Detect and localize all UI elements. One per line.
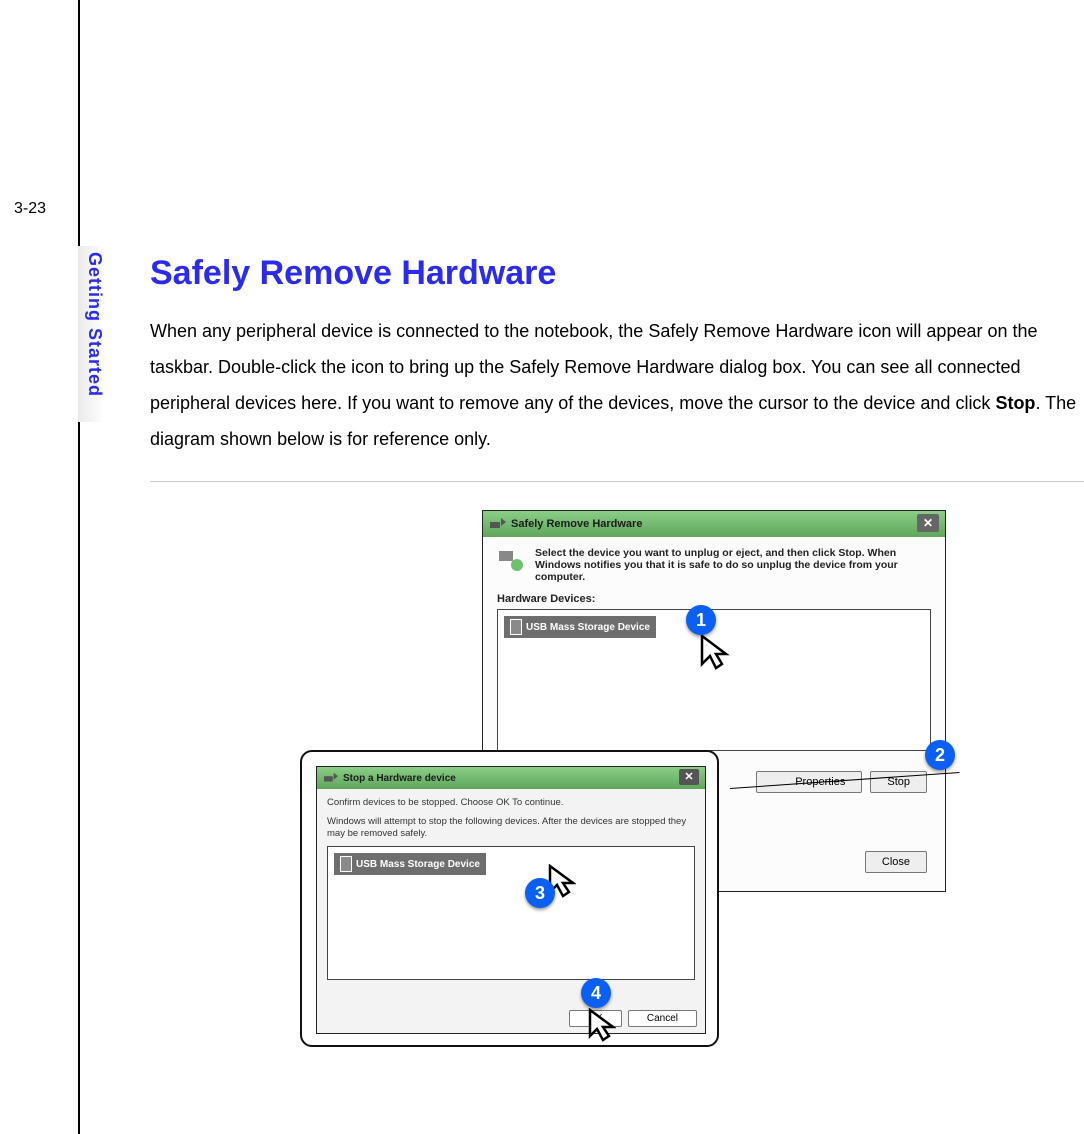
callout-3: 3 (525, 878, 555, 908)
illustration: Safely Remove Hardware ✕ Select the devi… (300, 510, 1000, 1050)
page-title: Safely Remove Hardware (150, 254, 1084, 293)
separator (150, 481, 1084, 482)
callout-4: 4 (581, 978, 611, 1008)
dialog1-button-row: Properties Stop (756, 771, 927, 793)
body-part-1: When any peripheral device is connected … (150, 321, 1038, 413)
dialog-stop-device: Stop a Hardware device ✕ Confirm devices… (316, 766, 706, 1034)
page-number: 3-23 (14, 200, 46, 218)
callout-2: 2 (925, 740, 955, 770)
dialog1-instruction-text: Select the device you want to unplug or … (535, 547, 931, 583)
dialog2-p2: Windows will attempt to stop the followi… (327, 816, 695, 840)
cancel-button[interactable]: Cancel (628, 1010, 697, 1027)
dialog2-frame: Stop a Hardware device ✕ Confirm devices… (300, 750, 719, 1047)
body-stop-word: Stop (995, 393, 1035, 413)
dialog2-p1: Confirm devices to be stopped. Choose OK… (327, 797, 695, 808)
content-area: Safely Remove Hardware When any peripher… (150, 254, 1084, 1050)
body-text: When any peripheral device is connected … (150, 313, 1084, 457)
dialog2-list-item-text: USB Mass Storage Device (356, 859, 480, 870)
drive-icon (340, 856, 352, 872)
eject-icon (323, 771, 339, 785)
dialog2-listbox[interactable]: USB Mass Storage Device (327, 846, 695, 980)
dialog1-titlebar: Safely Remove Hardware ✕ (483, 511, 945, 537)
dialog1-close-button[interactable]: ✕ (917, 514, 939, 532)
dialog2-title-text: Stop a Hardware device (343, 773, 456, 784)
drive-icon (510, 619, 522, 635)
hardware-devices-label: Hardware Devices: (497, 593, 931, 605)
dialog2-list-item[interactable]: USB Mass Storage Device (334, 853, 486, 875)
eject-icon (489, 516, 507, 532)
dialog1-title-text: Safely Remove Hardware (511, 518, 642, 530)
dialog2-titlebar: Stop a Hardware device ✕ (317, 767, 705, 789)
page-root: 3-23 Getting Started Safely Remove Hardw… (0, 0, 1084, 1134)
cursor-icon (586, 1008, 616, 1042)
dialog1-list-item-text: USB Mass Storage Device (526, 622, 650, 633)
dialog1-instruction-row: Select the device you want to unplug or … (497, 547, 931, 583)
dialog2-body: Confirm devices to be stopped. Choose OK… (317, 789, 705, 1033)
dialog1-list-item[interactable]: USB Mass Storage Device (504, 616, 656, 638)
close-button[interactable]: Close (865, 851, 927, 873)
callout-1: 1 (686, 605, 716, 635)
device-icon (497, 547, 527, 573)
vertical-rule (78, 0, 80, 1134)
dialog1-close-row: Close (865, 851, 927, 873)
section-sidebar-label: Getting Started (78, 246, 105, 422)
cursor-icon (698, 634, 730, 670)
dialog1-listbox[interactable]: USB Mass Storage Device (497, 609, 931, 751)
dialog2-close-button[interactable]: ✕ (679, 769, 699, 785)
